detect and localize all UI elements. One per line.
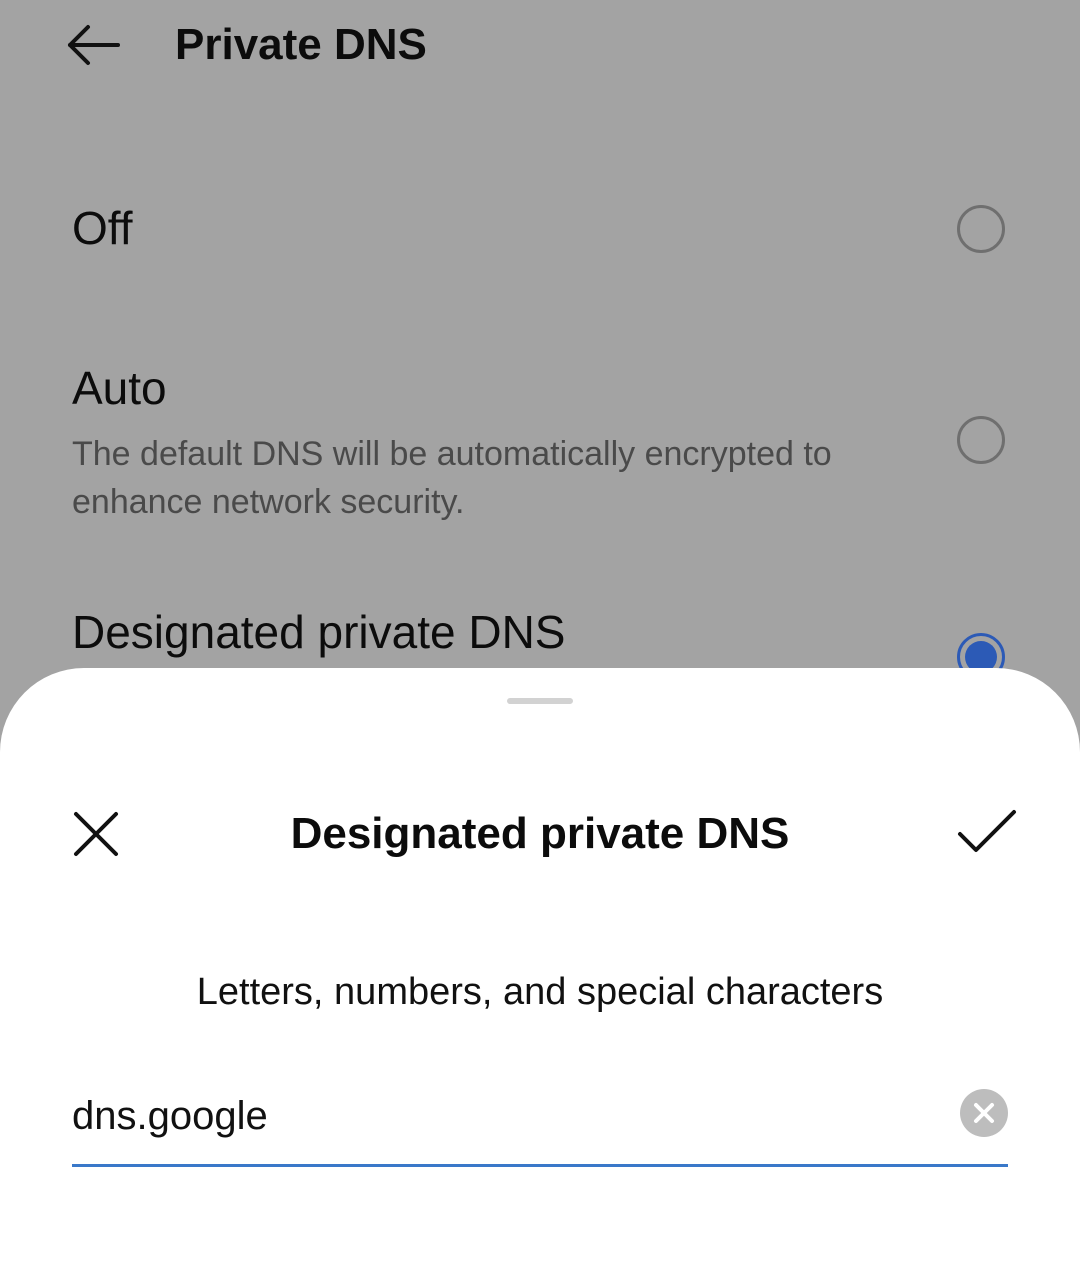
option-label: Auto: [72, 362, 167, 414]
radio-auto[interactable]: [957, 416, 1005, 464]
option-description: The default DNS will be automatically en…: [72, 435, 832, 521]
drag-handle[interactable]: [507, 698, 573, 704]
radio-off[interactable]: [957, 205, 1005, 253]
option-off[interactable]: Off: [0, 180, 1080, 276]
option-auto[interactable]: Auto The default DNS will be automatical…: [0, 348, 1080, 538]
clear-input-button[interactable]: [960, 1089, 1008, 1137]
app-bar: Private DNS: [0, 0, 1080, 92]
option-label: Designated private DNS: [72, 606, 566, 658]
bottom-sheet: Designated private DNS Letters, numbers,…: [0, 668, 1080, 1268]
dns-hostname-input[interactable]: [72, 1086, 932, 1146]
input-hint: Letters, numbers, and special characters: [196, 971, 884, 1013]
arrow-left-icon: [68, 25, 120, 65]
page-title: Private DNS: [175, 20, 427, 69]
sheet-title: Designated private DNS: [290, 809, 790, 858]
option-label: Off: [72, 202, 133, 254]
clear-input-icon: [974, 1103, 994, 1123]
dns-hostname-field: [72, 1086, 1008, 1167]
confirm-button[interactable]: [954, 806, 1020, 858]
check-icon: [958, 810, 1016, 852]
back-button[interactable]: [64, 20, 124, 70]
